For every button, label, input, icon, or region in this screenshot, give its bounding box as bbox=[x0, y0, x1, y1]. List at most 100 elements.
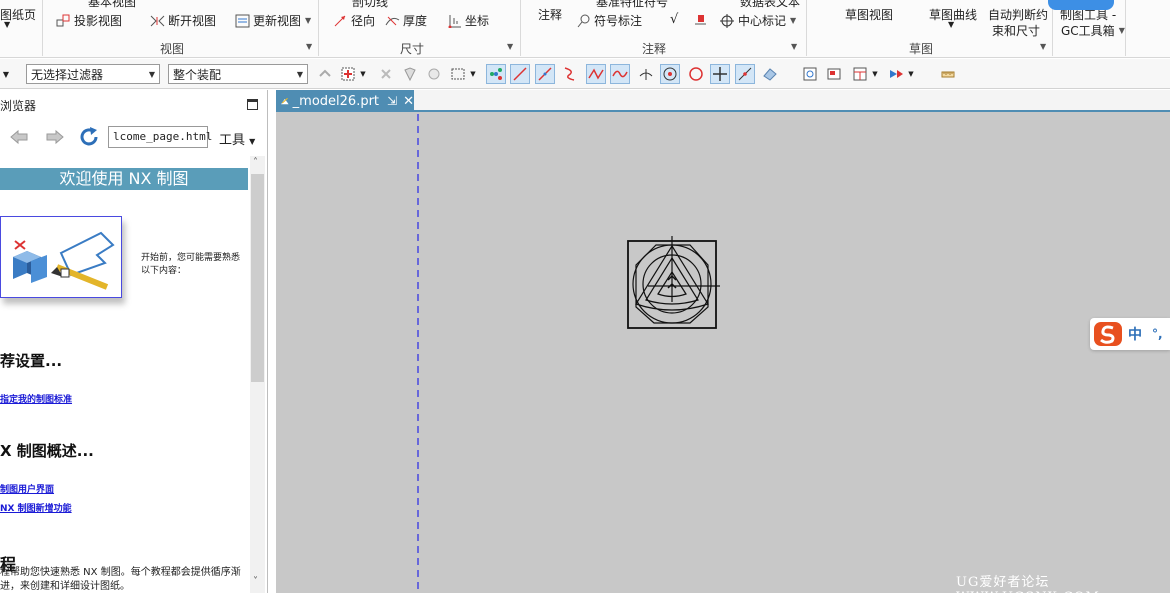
ribbon: 基本视图 剖切线 基准特征符号 数据表文本 图纸页 ▼ 投影视图 断开视图 更新… bbox=[0, 0, 1170, 58]
sketch-view-button[interactable]: 草图视图 bbox=[845, 6, 893, 23]
measure-icon[interactable] bbox=[938, 64, 958, 84]
group-view-label: 视图 bbox=[160, 42, 185, 56]
divider bbox=[318, 0, 319, 56]
center-mark-icon bbox=[720, 13, 734, 28]
chevron-down-icon[interactable]: ▼ bbox=[468, 64, 478, 84]
divider bbox=[806, 0, 807, 56]
sketch-curve-dropdown-icon[interactable]: ▼ bbox=[948, 20, 954, 29]
tools-menu[interactable]: 工具 ▼ bbox=[219, 129, 255, 148]
scroll-up-icon[interactable]: ˄ bbox=[253, 157, 258, 168]
link-whats-new[interactable]: NX 制图新增功能 bbox=[0, 501, 72, 514]
intro-note: 开始前，您可能需要熟悉以下内容： bbox=[141, 253, 241, 276]
layout-icon[interactable] bbox=[850, 64, 870, 84]
type-filter-select[interactable]: 无选择过滤器 ▼ bbox=[26, 64, 160, 84]
snap-curve-icon[interactable] bbox=[560, 64, 580, 84]
select-feature-icon[interactable] bbox=[316, 64, 336, 84]
chevron-down-icon[interactable]: ▼ bbox=[790, 16, 796, 25]
snap-point-icon[interactable] bbox=[710, 64, 730, 84]
close-icon[interactable]: ✕ bbox=[403, 94, 414, 109]
drafting-hero-image bbox=[0, 216, 122, 298]
break-view-button[interactable]: 断开视图 bbox=[150, 12, 216, 29]
notification-bubble[interactable] bbox=[1048, 0, 1114, 10]
section-overview-heading: X 制图概述... bbox=[0, 442, 94, 460]
datum-feature-button[interactable]: 基准特征符号 bbox=[596, 0, 668, 10]
document-tab-bar: _model26.prt ⇲ ✕ bbox=[276, 90, 1170, 112]
refresh-icon[interactable] bbox=[78, 126, 100, 148]
menu-dropdown-icon[interactable]: ▼ bbox=[0, 64, 12, 84]
link-drafting-ui[interactable]: 制图用户界面 bbox=[0, 482, 54, 495]
gc-toolbox-button[interactable]: GC工具箱 ▼ bbox=[1061, 22, 1125, 39]
maximize-icon[interactable] bbox=[247, 99, 258, 110]
general-selection-icon[interactable] bbox=[338, 64, 358, 84]
snap-endpoint-icon[interactable] bbox=[486, 64, 506, 84]
render-style-icon[interactable] bbox=[886, 64, 906, 84]
selection-toolbar: ▼ 无选择过滤器 ▼ 整个装配 ▼ ▼ ▼ ▼ ▼ bbox=[0, 59, 1170, 89]
balloon-icon bbox=[577, 14, 590, 27]
group-annotation-expand-icon[interactable]: ▼ bbox=[791, 42, 797, 51]
scope-select[interactable]: 整个装配 ▼ bbox=[168, 64, 308, 84]
select-face-icon[interactable] bbox=[424, 64, 444, 84]
ordinate-dimension-button[interactable]: 坐标 bbox=[447, 12, 489, 29]
chevron-down-icon[interactable]: ▼ bbox=[1119, 26, 1125, 35]
snap-line-icon[interactable] bbox=[510, 64, 530, 84]
center-mark-button[interactable]: 中心标记 ▼ bbox=[720, 12, 796, 29]
basic-view-button[interactable]: 基本视图 bbox=[88, 0, 136, 10]
surface-finish-button[interactable]: √ bbox=[670, 12, 678, 27]
browser-title: 浏览器 bbox=[0, 99, 37, 113]
tab-model26[interactable]: _model26.prt ⇲ ✕ bbox=[276, 90, 414, 112]
weld-symbol-button[interactable] bbox=[693, 12, 711, 26]
select-body-icon[interactable] bbox=[400, 64, 420, 84]
ime-lang-indicator[interactable]: 中 bbox=[1128, 324, 1142, 344]
group-sketch-label: 草图 bbox=[909, 42, 934, 56]
scrollbar-thumb[interactable] bbox=[251, 174, 264, 382]
update-view-button[interactable]: 更新视图 ▼ bbox=[235, 12, 311, 29]
welcome-banner: 欢迎使用 NX 制图 bbox=[0, 168, 248, 190]
scroll-down-icon[interactable]: ˅ bbox=[253, 576, 258, 587]
update-view-icon bbox=[235, 14, 250, 27]
snap-tangent-icon[interactable] bbox=[636, 64, 656, 84]
display-sheet-icon[interactable] bbox=[824, 64, 844, 84]
group-dimension-expand-icon[interactable]: ▼ bbox=[507, 42, 513, 51]
divider bbox=[520, 0, 521, 56]
forward-arrow-icon[interactable] bbox=[46, 129, 64, 145]
break-view-icon bbox=[150, 15, 165, 26]
view-fit-icon[interactable] bbox=[800, 64, 820, 84]
chevron-down-icon[interactable]: ▼ bbox=[305, 16, 311, 25]
group-view-expand-icon[interactable]: ▼ bbox=[306, 42, 312, 51]
chevron-down-icon[interactable]: ▼ bbox=[906, 64, 916, 84]
url-field[interactable]: lcome_page.html bbox=[108, 126, 212, 148]
divider bbox=[1125, 0, 1126, 56]
snap-intersection-icon[interactable] bbox=[586, 64, 606, 84]
browser-scrollbar[interactable]: ˄ ˅ bbox=[250, 156, 265, 593]
forum-watermark: UG爱好者论坛 WWW.UGSNX.COM bbox=[956, 575, 1100, 605]
section-line-button[interactable]: 剖切线 bbox=[352, 0, 388, 10]
balloon-button[interactable]: 符号标注 bbox=[576, 12, 642, 29]
chevron-down-icon[interactable]: ▼ bbox=[870, 64, 880, 84]
note-button[interactable]: 注释 bbox=[538, 6, 562, 23]
drawing-view-part[interactable] bbox=[627, 236, 720, 329]
snap-spline-icon[interactable] bbox=[610, 64, 630, 84]
sheet-dropdown-icon[interactable]: ▼ bbox=[4, 20, 10, 29]
snap-arc-center-icon[interactable] bbox=[660, 64, 680, 84]
link-drafting-standard[interactable]: 指定我的制图标准 bbox=[0, 392, 72, 405]
chevron-down-icon: ▼ bbox=[296, 69, 303, 79]
auto-constraint-button[interactable]: 自动判断约 bbox=[988, 6, 1048, 23]
auto-constraint-label-2[interactable]: 束和尺寸 bbox=[992, 22, 1040, 39]
thickness-dimension-button[interactable]: 厚度 bbox=[385, 12, 427, 29]
chevron-down-icon[interactable]: ▼ bbox=[358, 64, 368, 84]
table-text-button[interactable]: 数据表文本 bbox=[740, 0, 800, 10]
ime-status-bar[interactable]: 中 °, bbox=[1090, 318, 1170, 350]
snap-surface-icon[interactable] bbox=[760, 64, 780, 84]
drawing-canvas[interactable] bbox=[276, 112, 1170, 593]
radial-dimension-button[interactable]: 径向 bbox=[333, 12, 375, 29]
projected-view-button[interactable]: 投影视图 bbox=[56, 12, 122, 29]
back-arrow-icon[interactable] bbox=[10, 129, 28, 145]
group-sketch-expand-icon[interactable]: ▼ bbox=[1040, 42, 1046, 51]
pin-icon[interactable]: ⇲ bbox=[387, 94, 397, 108]
select-component-icon[interactable] bbox=[376, 64, 396, 84]
rectangle-select-icon[interactable] bbox=[448, 64, 468, 84]
snap-quadrant-icon[interactable] bbox=[686, 64, 706, 84]
snap-midpoint-icon[interactable] bbox=[535, 64, 555, 84]
snap-on-curve-icon[interactable] bbox=[735, 64, 755, 84]
ime-punctuation-icon[interactable]: °, bbox=[1152, 327, 1163, 341]
